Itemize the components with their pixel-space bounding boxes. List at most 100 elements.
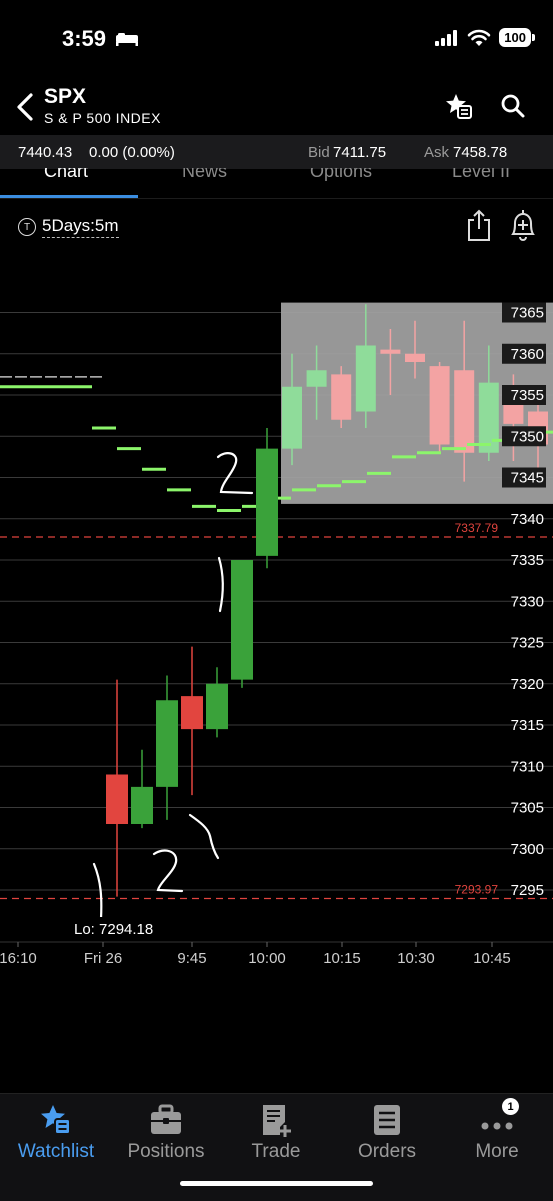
nav-label-more: More [475, 1141, 519, 1162]
candle-body [206, 683, 228, 730]
low-price-label: Lo: 7294.18 [72, 917, 164, 939]
annotation-2-lower [152, 849, 184, 893]
annotation-2-upper [216, 452, 254, 495]
search-button[interactable] [500, 93, 526, 119]
reference-line-label: 7293.97 [455, 882, 499, 896]
annotation-stroke-lower [188, 813, 220, 860]
nav-label-orders: Orders [357, 1141, 417, 1162]
nav-label-positions: Positions [127, 1141, 205, 1162]
overlay-candle-body [405, 353, 425, 362]
orders-list-icon [369, 1102, 405, 1138]
overlay-candle-body [306, 370, 327, 387]
y-axis-tick-label: 7365 [511, 305, 544, 322]
annotation-stroke-upper [217, 556, 224, 613]
bell-plus-icon [511, 210, 535, 241]
ask-label: Ask [424, 144, 450, 161]
reference-lines [0, 536, 553, 900]
x-axis-tick-label: 10:00 [248, 950, 286, 967]
candle-body [131, 786, 153, 824]
nav-positions[interactable]: Positions [111, 1094, 221, 1164]
bid-label: Bid [308, 144, 330, 161]
trade-ticket-icon [258, 1102, 294, 1138]
active-tab-indicator [0, 195, 138, 198]
y-axis-tick-label: 7350 [511, 428, 544, 445]
battery-indicator: 100 [499, 28, 535, 47]
share-icon [468, 209, 490, 241]
y-axis-tick-label: 7305 [511, 800, 544, 817]
overlay-candle-body [478, 382, 499, 453]
nav-trade[interactable]: Trade [221, 1094, 331, 1164]
overlay-candle-body [454, 370, 475, 453]
overlay-candle-body [282, 386, 302, 449]
nav-more[interactable]: 1 More [442, 1094, 552, 1164]
x-axis-labels: 16:10 Fri 26 9:45 10:00 10:15 10:30 10:45 [0, 941, 553, 967]
price-change: 0.00 (0.00%) [89, 144, 175, 161]
status-indicators: 100 [435, 28, 535, 47]
tab-level-ii[interactable]: Level II [452, 168, 510, 182]
symbol-ticker: SPX [44, 85, 87, 108]
y-axis-tick-label: 7325 [511, 635, 544, 652]
chart-period-label: 5Days:5m [42, 216, 119, 238]
symbol-name: S & P 500 INDEX [44, 110, 161, 126]
y-axis-tick-label: 7295 [511, 882, 544, 899]
y-axis-tick-label: 7345 [511, 470, 544, 487]
y-axis-tick-label: 7310 [511, 758, 544, 775]
candle-body [231, 560, 253, 680]
nav-label-watchlist: Watchlist [17, 1141, 95, 1162]
nav-orders[interactable]: Orders [332, 1094, 442, 1164]
home-indicator [180, 1181, 373, 1186]
y-axis-tick-label: 7320 [511, 676, 544, 693]
wifi-icon [467, 29, 491, 46]
y-axis-tick-label: 7315 [511, 717, 544, 734]
y-axis-tick-label: 7360 [511, 346, 544, 363]
share-button[interactable] [466, 208, 492, 242]
watchlist-star-icon [38, 1102, 74, 1138]
briefcase-icon [148, 1102, 184, 1138]
reference-line-label: 7337.79 [455, 521, 499, 535]
y-axis-tick-label: 7300 [511, 841, 544, 858]
candles-layer [106, 428, 278, 897]
svg-text:Lo: 7294.18: Lo: 7294.18 [74, 921, 153, 938]
overlay-candle-body [355, 345, 376, 412]
nav-label-trade: Trade [251, 1141, 301, 1162]
x-axis-tick-label: 10:15 [323, 950, 361, 967]
reference-line-labels: 7337.79 7293.97 [455, 521, 499, 897]
x-axis-tick-label: 10:45 [473, 950, 511, 967]
chart-period-selector[interactable]: T 5Days:5m [18, 216, 119, 238]
candle-body [181, 696, 203, 730]
x-axis-tick-label: 9:45 [177, 950, 206, 967]
ask-price: 7458.78 [453, 144, 508, 161]
star-list-icon [446, 94, 472, 119]
quote-bar: 7440.43 0.00 (0.00%) Bid 7411.75 Ask 745… [0, 135, 553, 169]
add-to-watchlist-button[interactable] [444, 92, 472, 120]
status-time: 3:59 [62, 26, 139, 52]
y-axis-tick-label: 7340 [511, 511, 544, 528]
candle-body [156, 700, 178, 787]
add-alert-button[interactable] [508, 208, 538, 242]
chevron-left-icon [17, 93, 33, 121]
tab-news[interactable]: News [182, 168, 227, 182]
price-chart[interactable]: 7295 7300 7305 7310 7315 7320 7325 7330 7335 7340… [0, 250, 553, 980]
nav-watchlist[interactable]: Watchlist [1, 1094, 111, 1164]
y-axis-tick-label: 7330 [511, 593, 544, 610]
tab-options[interactable]: Options [310, 168, 372, 182]
bed-icon [116, 33, 139, 46]
more-dots-icon: 1 [479, 1098, 519, 1138]
x-axis-tick-label: 10:30 [397, 950, 435, 967]
search-icon [501, 94, 525, 118]
tab-chart[interactable]: Chart [44, 168, 88, 182]
last-price: 7440.43 [18, 144, 73, 161]
y-axis-tick-label: 7335 [511, 552, 544, 569]
back-button[interactable] [14, 92, 40, 122]
x-axis-tick-label: Fri 26 [84, 950, 122, 967]
bid-price: 7411.75 [333, 144, 387, 161]
overlay-candle-body [331, 374, 352, 420]
period-type-icon: T [18, 218, 36, 236]
cellular-signal-icon [435, 29, 458, 46]
y-axis-tick-label: 7355 [511, 387, 544, 404]
overlay-candle-body [380, 349, 401, 354]
candle-body [106, 774, 128, 824]
overlay-candle-body [429, 366, 450, 445]
x-axis-tick-label: 16:10 [0, 950, 37, 967]
notification-badge: 1 [502, 1098, 519, 1115]
